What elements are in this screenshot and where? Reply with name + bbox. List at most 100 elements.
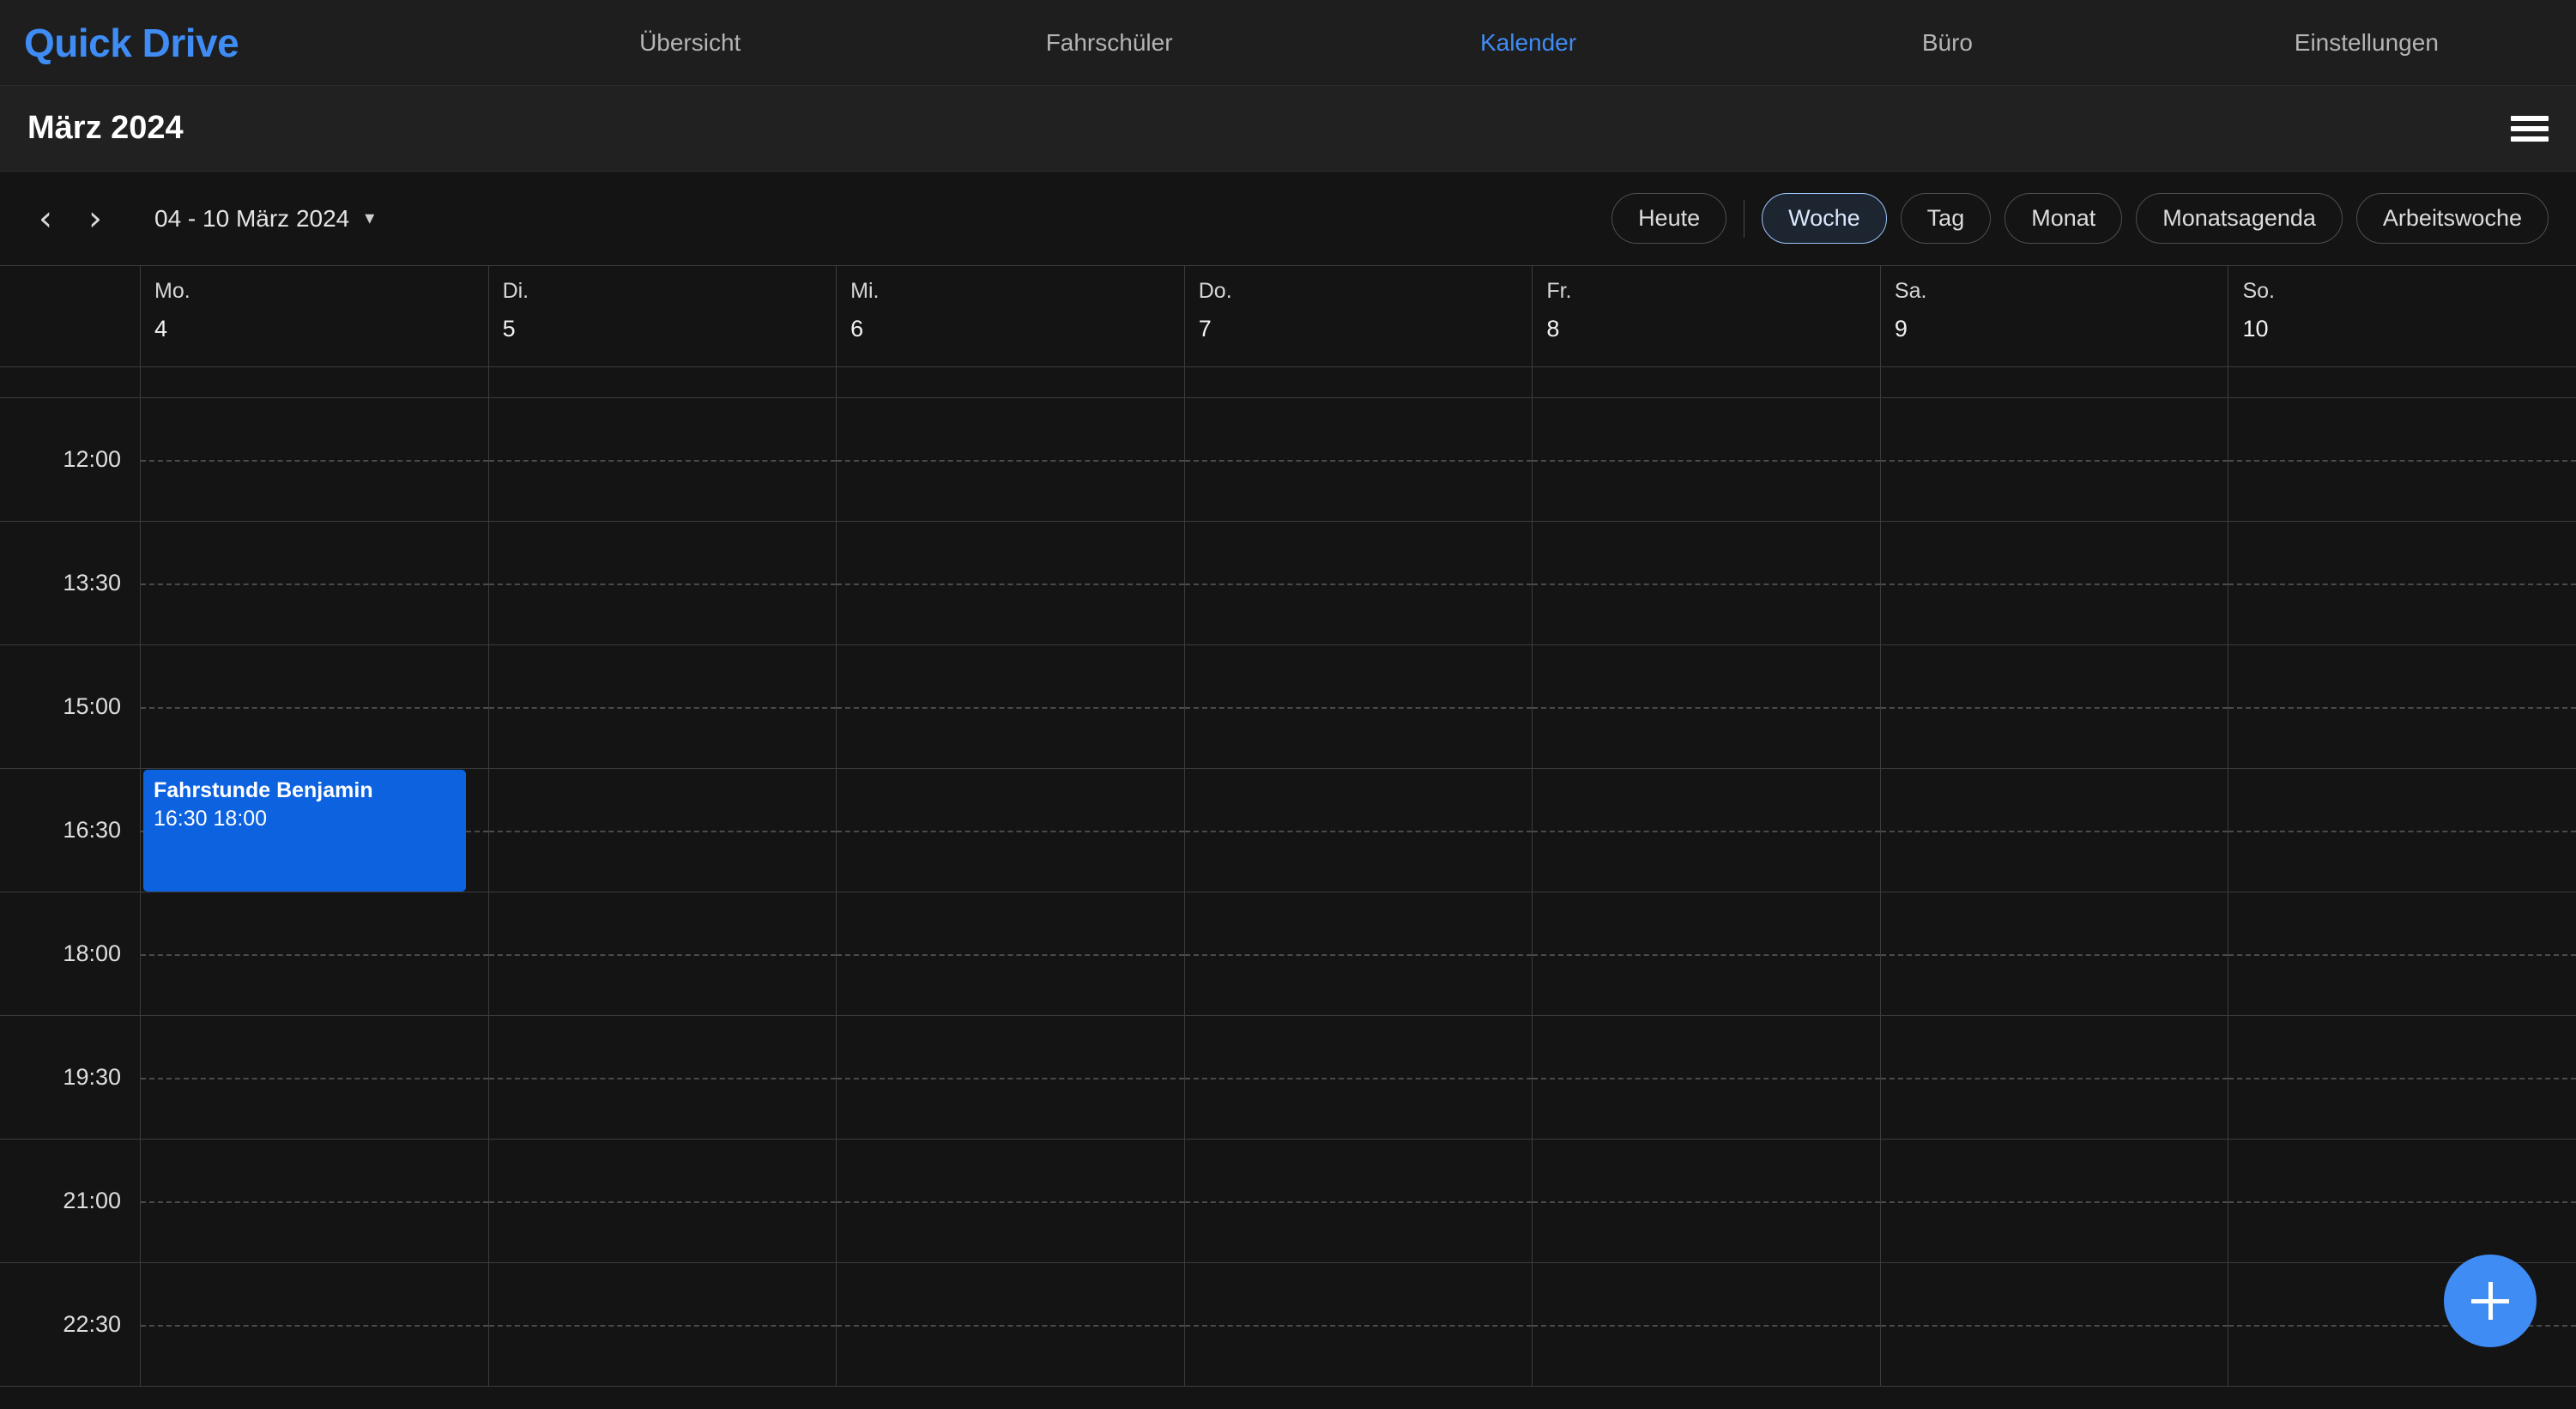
calendar-cell[interactable] — [1879, 1263, 2228, 1387]
day-name: Do. — [1198, 279, 1232, 303]
event-title: Fahrstunde Benjamin — [154, 778, 373, 802]
calendar-cell[interactable] — [1532, 522, 1880, 645]
calendar-cell[interactable] — [1879, 1016, 2228, 1140]
view-button-woche[interactable]: Woche — [1762, 193, 1887, 244]
page-header: März 2024 — [0, 86, 2576, 172]
date-range-selector[interactable]: 04 - 10 März 2024 ▾ — [154, 205, 374, 233]
day-header-mo[interactable]: Mo. 4 — [140, 266, 488, 366]
nav-item-einstellungen[interactable]: Einstellungen — [2157, 29, 2576, 57]
calendar-cell[interactable] — [1879, 769, 2228, 892]
calendar-cell[interactable] — [2228, 1140, 2576, 1263]
day-number: 4 — [154, 316, 168, 342]
time-slot-row: 21:00 — [0, 1140, 2576, 1263]
time-gutter-cell: 22:30 — [0, 1263, 140, 1387]
time-label: 22:30 — [63, 1311, 121, 1337]
calendar-cell[interactable] — [1879, 645, 2228, 769]
calendar-cell[interactable] — [2228, 769, 2576, 892]
calendar-cell[interactable] — [1532, 398, 1880, 522]
calendar-cell[interactable] — [1183, 1140, 1533, 1263]
day-number: 8 — [1546, 316, 1560, 342]
calendar-cell[interactable] — [836, 645, 1184, 769]
chevron-right-icon[interactable]: › — [70, 194, 120, 244]
calendar-cell[interactable] — [487, 645, 837, 769]
calendar-cell[interactable] — [487, 1140, 837, 1263]
calendar-cell[interactable] — [1879, 398, 2228, 522]
view-button-heute[interactable]: Heute — [1612, 193, 1727, 244]
app-logo[interactable]: Quick Drive — [24, 20, 239, 66]
calendar-cell[interactable] — [140, 398, 488, 522]
nav-item-fahrsch-ler[interactable]: Fahrschüler — [899, 29, 1318, 57]
time-slot-row: 12:00 — [0, 398, 2576, 522]
calendar-cell[interactable] — [2228, 645, 2576, 769]
view-button-tag[interactable]: Tag — [1900, 193, 1992, 244]
calendar-cell[interactable] — [2228, 398, 2576, 522]
calendar-cell[interactable] — [1183, 522, 1533, 645]
calendar-cell[interactable] — [1532, 1016, 1880, 1140]
calendar-cell[interactable] — [1532, 1263, 1880, 1387]
calendar-cell[interactable] — [1532, 769, 1880, 892]
chevron-left-icon[interactable]: ‹ — [21, 194, 70, 244]
view-button-monat[interactable]: Monat — [2005, 193, 2123, 244]
calendar-cell[interactable] — [1879, 1140, 2228, 1263]
calendar-cell[interactable] — [836, 892, 1184, 1016]
calendar-cell[interactable] — [1183, 398, 1533, 522]
calendar-cell[interactable] — [487, 769, 837, 892]
calendar-cell[interactable] — [487, 398, 837, 522]
nav-item--bersicht[interactable]: Übersicht — [481, 29, 899, 57]
calendar-cell[interactable] — [1532, 645, 1880, 769]
calendar-cell[interactable] — [2228, 1016, 2576, 1140]
calendar-cell[interactable] — [1532, 892, 1880, 1016]
calendar-cell[interactable] — [836, 522, 1184, 645]
calendar-cell[interactable] — [1183, 769, 1533, 892]
calendar-cell[interactable] — [140, 1263, 488, 1387]
calendar-cell[interactable] — [140, 1140, 488, 1263]
day-number: 9 — [1894, 316, 1908, 342]
calendar-cell[interactable] — [836, 1016, 1184, 1140]
day-number: 6 — [850, 316, 864, 342]
calendar-cell[interactable] — [1183, 645, 1533, 769]
calendar-cell[interactable] — [1879, 522, 2228, 645]
time-gutter-cell: 19:30 — [0, 1016, 140, 1140]
hamburger-menu-icon[interactable] — [2511, 115, 2549, 142]
spacer-cell — [836, 367, 1184, 398]
day-header-fr[interactable]: Fr. 8 — [1532, 266, 1880, 366]
calendar-cell[interactable] — [2228, 522, 2576, 645]
calendar-cell[interactable] — [1879, 892, 2228, 1016]
nav-item-b-ro[interactable]: Büro — [1738, 29, 2156, 57]
calendar-cell[interactable] — [487, 1263, 837, 1387]
calendar-cell[interactable] — [836, 1140, 1184, 1263]
calendar-cell[interactable] — [2228, 892, 2576, 1016]
calendar-cell[interactable] — [140, 1016, 488, 1140]
day-header-do[interactable]: Do. 7 — [1183, 266, 1533, 366]
calendar-cell[interactable] — [140, 522, 488, 645]
day-header-so[interactable]: So. 10 — [2228, 266, 2576, 366]
calendar-cell[interactable] — [487, 522, 837, 645]
day-header-sa[interactable]: Sa. 9 — [1879, 266, 2228, 366]
nav-item-kalender[interactable]: Kalender — [1319, 29, 1738, 57]
view-button-monatsagenda[interactable]: Monatsagenda — [2136, 193, 2343, 244]
spacer-cell — [487, 367, 837, 398]
calendar-cell[interactable] — [836, 398, 1184, 522]
time-label: 13:30 — [63, 570, 121, 596]
calendar-cell[interactable] — [836, 769, 1184, 892]
time-slot-row: 19:30 — [0, 1016, 2576, 1140]
calendar-cell[interactable] — [836, 1263, 1184, 1387]
calendar-event[interactable]: Fahrstunde Benjamin 16:30 18:00 — [143, 770, 466, 892]
day-number: 5 — [502, 316, 516, 342]
time-label: 18:00 — [63, 940, 121, 966]
view-button-arbeitswoche[interactable]: Arbeitswoche — [2355, 193, 2549, 244]
day-header-mi[interactable]: Mi. 6 — [836, 266, 1184, 366]
calendar-cell[interactable] — [1532, 1140, 1880, 1263]
calendar-cell[interactable] — [140, 892, 488, 1016]
day-header-di[interactable]: Di. 5 — [487, 266, 837, 366]
calendar-cell[interactable] — [140, 645, 488, 769]
calendar-cell[interactable]: Fahrstunde Benjamin 16:30 18:00 — [140, 769, 488, 892]
day-name: Di. — [502, 279, 529, 303]
calendar-cell[interactable] — [1183, 1263, 1533, 1387]
time-slot-row: 13:30 — [0, 522, 2576, 645]
calendar-cell[interactable] — [487, 892, 837, 1016]
add-event-button[interactable] — [2444, 1255, 2537, 1347]
calendar-cell[interactable] — [1183, 1016, 1533, 1140]
calendar-cell[interactable] — [487, 1016, 837, 1140]
calendar-cell[interactable] — [1183, 892, 1533, 1016]
